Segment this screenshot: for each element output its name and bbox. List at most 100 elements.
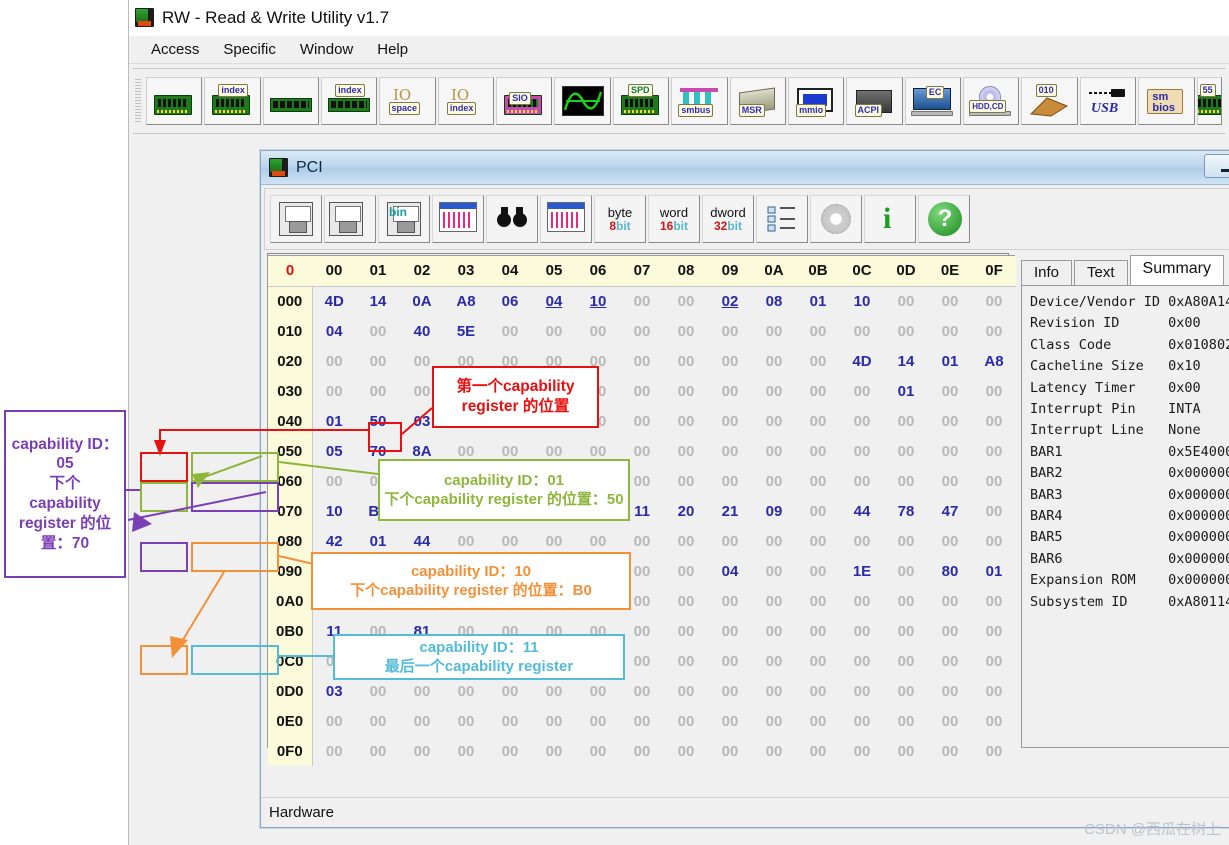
hex-cell-040-0B[interactable]: 00 [796, 406, 840, 436]
hex-cell-010-0D[interactable]: 00 [884, 316, 928, 346]
hex-cell-050-0E[interactable]: 00 [928, 436, 972, 466]
hex-cell-040-0F[interactable]: 00 [972, 406, 1016, 436]
hex-cell-000-0A[interactable]: 08 [752, 286, 796, 316]
hex-cell-040-08[interactable]: 00 [664, 406, 708, 436]
hex-cell-0D0-0B[interactable]: 00 [796, 676, 840, 706]
hex-cell-0D0-07[interactable]: 00 [620, 676, 664, 706]
minimize-button[interactable] [1204, 154, 1229, 178]
hex-cell-0A0-0F[interactable]: 00 [972, 586, 1016, 616]
menu-item-access[interactable]: Access [139, 39, 211, 60]
hex-cell-0F0-0B[interactable]: 00 [796, 736, 840, 766]
hex-cell-0F0-05[interactable]: 00 [532, 736, 576, 766]
toolbar-usb-button[interactable]: USB [1079, 77, 1137, 125]
hex-cell-070-0D[interactable]: 78 [884, 496, 928, 526]
hex-cell-0E0-0E[interactable]: 00 [928, 706, 972, 736]
hex-cell-050-0A[interactable]: 00 [752, 436, 796, 466]
toolbar-hdd-cd-button[interactable]: HDD,CD [963, 77, 1020, 125]
hex-cell-0E0-0C[interactable]: 00 [840, 706, 884, 736]
hex-cell-070-0B[interactable]: 00 [796, 496, 840, 526]
hex-cell-050-09[interactable]: 00 [708, 436, 752, 466]
hex-cell-0E0-00[interactable]: 00 [312, 706, 356, 736]
hex-cell-0D0-08[interactable]: 00 [664, 676, 708, 706]
toolbar-io-space-button[interactable]: IO space [379, 77, 436, 125]
hex-cell-000-01[interactable]: 14 [356, 286, 400, 316]
pci-window-titlebar[interactable]: PCI ✕ [261, 151, 1229, 185]
byte-size-button[interactable]: byte 8bit [594, 195, 646, 243]
hex-cell-010-07[interactable]: 00 [620, 316, 664, 346]
hex-cell-030-0D[interactable]: 01 [884, 376, 928, 406]
hex-cell-0C0-0F[interactable]: 00 [972, 646, 1016, 676]
save-all-button[interactable] [324, 195, 376, 243]
hex-cell-020-09[interactable]: 00 [708, 346, 752, 376]
hex-cell-0D0-0E[interactable]: 00 [928, 676, 972, 706]
tab-summary[interactable]: Summary [1129, 255, 1224, 285]
hex-cell-000-06[interactable]: 10 [576, 286, 620, 316]
hex-cell-020-01[interactable]: 00 [356, 346, 400, 376]
toolbar-pci-index-button[interactable]: index [204, 77, 261, 125]
hex-cell-0A0-0D[interactable]: 00 [884, 586, 928, 616]
toolbar-binary-editor-button[interactable]: 010 [1021, 77, 1078, 125]
hex-cell-030-00[interactable]: 00 [312, 376, 356, 406]
hex-cell-020-0A[interactable]: 00 [752, 346, 796, 376]
hex-cell-0E0-0B[interactable]: 00 [796, 706, 840, 736]
hex-cell-010-0B[interactable]: 00 [796, 316, 840, 346]
hex-cell-050-00[interactable]: 05 [312, 436, 356, 466]
hex-cell-030-0F[interactable]: 00 [972, 376, 1016, 406]
hex-cell-0B0-08[interactable]: 00 [664, 616, 708, 646]
hex-cell-0F0-0F[interactable]: 00 [972, 736, 1016, 766]
hex-cell-020-0B[interactable]: 00 [796, 346, 840, 376]
menu-item-help[interactable]: Help [365, 39, 420, 60]
hex-cell-0A0-0C[interactable]: 00 [840, 586, 884, 616]
hex-cell-030-0A[interactable]: 00 [752, 376, 796, 406]
toolbar-memory-index-button[interactable]: index [320, 77, 378, 125]
hex-cell-010-03[interactable]: 5E [444, 316, 488, 346]
hex-cell-0E0-02[interactable]: 00 [400, 706, 444, 736]
hex-cell-010-0C[interactable]: 00 [840, 316, 884, 346]
hex-cell-0B0-07[interactable]: 00 [620, 616, 664, 646]
hex-cell-020-07[interactable]: 00 [620, 346, 664, 376]
hex-cell-060-0E[interactable]: 00 [928, 466, 972, 496]
hex-cell-0D0-09[interactable]: 00 [708, 676, 752, 706]
hex-cell-070-00[interactable]: 10 [312, 496, 356, 526]
hex-cell-040-0C[interactable]: 00 [840, 406, 884, 436]
hex-cell-0F0-03[interactable]: 00 [444, 736, 488, 766]
hex-cell-030-08[interactable]: 00 [664, 376, 708, 406]
hex-cell-0D0-03[interactable]: 00 [444, 676, 488, 706]
hex-cell-0A0-0E[interactable]: 00 [928, 586, 972, 616]
menu-item-window[interactable]: Window [288, 39, 365, 60]
hex-cell-020-0F[interactable]: A8 [972, 346, 1016, 376]
hex-cell-0C0-07[interactable]: 00 [620, 646, 664, 676]
tab-text[interactable]: Text [1074, 260, 1128, 285]
hex-cell-000-05[interactable]: 04 [532, 286, 576, 316]
toolbar-smbus-button[interactable]: smbus [671, 77, 728, 125]
hex-cell-020-0D[interactable]: 14 [884, 346, 928, 376]
hex-cell-0F0-0A[interactable]: 00 [752, 736, 796, 766]
hex-cell-000-0F[interactable]: 00 [972, 286, 1016, 316]
hex-cell-080-09[interactable]: 00 [708, 526, 752, 556]
hex-cell-0D0-05[interactable]: 00 [532, 676, 576, 706]
hex-cell-020-00[interactable]: 00 [312, 346, 356, 376]
hex-cell-0E0-01[interactable]: 00 [356, 706, 400, 736]
hex-cell-0B0-09[interactable]: 00 [708, 616, 752, 646]
hex-cell-030-01[interactable]: 00 [356, 376, 400, 406]
hex-cell-040-0E[interactable]: 00 [928, 406, 972, 436]
hex-cell-0F0-08[interactable]: 00 [664, 736, 708, 766]
hex-cell-0A0-0A[interactable]: 00 [752, 586, 796, 616]
toolbar-pci-button[interactable] [145, 77, 203, 125]
toolbar-smbios-button[interactable]: sm bios [1138, 77, 1195, 125]
hex-cell-080-0A[interactable]: 00 [752, 526, 796, 556]
hex-cell-0C0-08[interactable]: 00 [664, 646, 708, 676]
hex-cell-090-0D[interactable]: 00 [884, 556, 928, 586]
hex-cell-0F0-04[interactable]: 00 [488, 736, 532, 766]
hex-cell-010-00[interactable]: 04 [312, 316, 356, 346]
hex-cell-000-09[interactable]: 02 [708, 286, 752, 316]
hex-cell-0C0-09[interactable]: 00 [708, 646, 752, 676]
hex-cell-070-0E[interactable]: 47 [928, 496, 972, 526]
dword-size-button[interactable]: dword 32bit [702, 195, 754, 243]
hex-cell-000-0E[interactable]: 00 [928, 286, 972, 316]
hex-cell-0C0-0A[interactable]: 00 [752, 646, 796, 676]
hex-cell-010-0A[interactable]: 00 [752, 316, 796, 346]
menu-item-specific[interactable]: Specific [211, 39, 288, 60]
hex-cell-0E0-06[interactable]: 00 [576, 706, 620, 736]
hex-cell-0A0-0B[interactable]: 00 [796, 586, 840, 616]
